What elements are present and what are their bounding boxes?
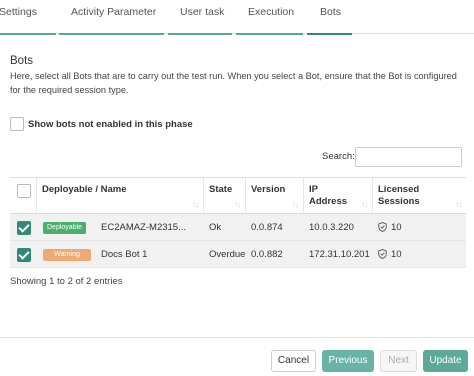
row-select-checkbox[interactable]	[17, 248, 31, 262]
column-label: State	[209, 184, 233, 195]
column-label: Licensed Sessions	[378, 184, 420, 207]
bot-version: 0.0.874	[251, 222, 283, 233]
select-all-header	[10, 178, 37, 214]
shield-check-icon	[378, 249, 387, 260]
tab-execution[interactable]: Execution	[236, 0, 303, 35]
column-label: Version	[251, 184, 286, 195]
tab-underline	[307, 33, 352, 35]
table-row[interactable]: Deployable EC2AMAZ-M2315... Ok 0.0.874 1…	[10, 214, 466, 241]
sort-arrows-icon: ↑↓	[292, 200, 299, 209]
bot-state: Ok	[209, 222, 222, 233]
tab-bots[interactable]: Bots	[307, 0, 352, 35]
bot-version: 0.0.882	[251, 249, 283, 260]
tab-settings[interactable]: Settings	[0, 0, 56, 35]
show-disabled-bots-checkbox[interactable]	[10, 117, 24, 131]
sort-arrows-icon: ↑↓	[361, 200, 368, 209]
bot-ip-address: 172.31.10.201	[309, 249, 370, 260]
table-row[interactable]: Warning Docs Bot 1 Overdue 0.0.882 172.3…	[10, 241, 466, 268]
tab-underline	[168, 33, 232, 35]
sort-arrows-icon: ↑↓	[234, 200, 241, 209]
tab-bar: Settings Activity Parameter User task Ex…	[0, 0, 474, 35]
tab-label: Execution	[248, 6, 295, 18]
bot-name: Docs Bot 1	[101, 249, 148, 260]
tab-label: User task	[180, 6, 225, 18]
column-header-state[interactable]: State ↑↓	[204, 178, 246, 214]
search-input[interactable]	[355, 147, 462, 167]
update-button[interactable]: Update	[423, 350, 468, 372]
previous-button[interactable]: Previous	[322, 350, 374, 372]
tab-label: Activity Parameter	[71, 6, 157, 18]
status-badge: Warning	[43, 249, 91, 261]
section-description: Here, select all Bots that are to carry …	[10, 71, 457, 95]
column-label: IP Address	[309, 184, 348, 207]
sort-arrows-icon: ↑↓	[192, 200, 199, 209]
tab-underline	[59, 33, 164, 35]
select-all-checkbox[interactable]	[17, 184, 31, 198]
status-badge: Deployable	[43, 222, 87, 234]
column-header-ip-address[interactable]: IP Address ↑↓	[304, 178, 373, 214]
tab-underline	[236, 33, 303, 35]
sort-arrows-icon: ↑↓	[455, 200, 462, 209]
licensed-sessions-cell: 10	[378, 214, 402, 241]
shield-check-icon	[378, 222, 387, 233]
column-header-licensed-sessions[interactable]: Licensed Sessions ↑↓	[373, 178, 466, 214]
search-label: Search:	[322, 151, 355, 162]
tab-user-task[interactable]: User task	[168, 0, 232, 35]
tab-activity-parameter[interactable]: Activity Parameter	[59, 0, 164, 35]
cancel-button[interactable]: Cancel	[271, 350, 316, 372]
column-header-name[interactable]: Deployable / Name ↑↓	[37, 178, 204, 214]
tab-label: Settings	[0, 6, 37, 18]
show-disabled-bots-label: Show bots not enabled in this phase	[28, 118, 193, 130]
tab-underline	[0, 33, 56, 35]
column-header-version[interactable]: Version ↑↓	[246, 178, 304, 214]
tab-label: Bots	[320, 6, 342, 18]
bot-state: Overdue	[209, 249, 246, 260]
table-header: Deployable / Name ↑↓ State ↑↓ Version ↑↓…	[10, 178, 466, 214]
footer-divider	[0, 337, 474, 338]
licensed-sessions-value: 10	[391, 222, 402, 233]
next-button[interactable]: Next	[380, 350, 417, 372]
show-disabled-bots-filter[interactable]: Show bots not enabled in this phase	[10, 117, 193, 131]
bot-name: EC2AMAZ-M2315...	[101, 222, 186, 233]
table-info: Showing 1 to 2 of 2 entries	[10, 276, 123, 287]
licensed-sessions-value: 10	[391, 249, 402, 260]
row-select-checkbox[interactable]	[17, 221, 31, 235]
section-title: Bots	[10, 55, 34, 67]
licensed-sessions-cell: 10	[378, 241, 402, 268]
bot-ip-address: 10.0.3.220	[309, 222, 354, 233]
column-label: Deployable / Name	[42, 184, 127, 195]
bots-table: Deployable / Name ↑↓ State ↑↓ Version ↑↓…	[10, 177, 466, 268]
